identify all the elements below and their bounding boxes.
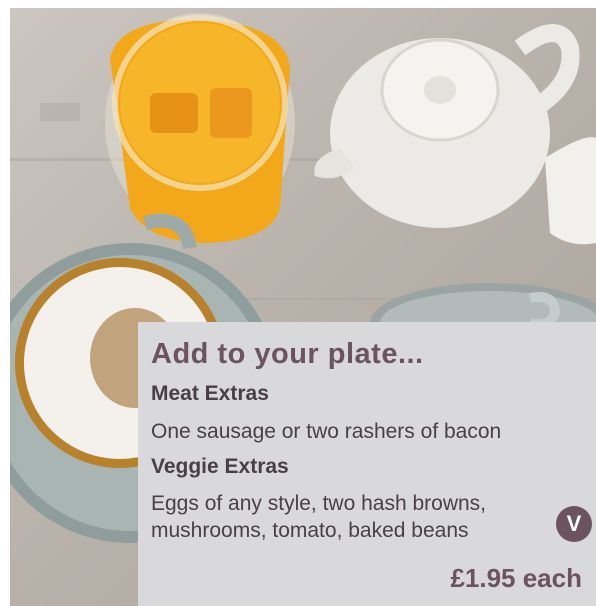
veggie-description-line-1: Eggs of any style, two hash browns, [151,492,487,515]
extras-panel: Add to your plate... Meat Extras One sau… [138,322,596,606]
veggie-extras-heading: Veggie Extras [151,455,289,478]
menu-card: Add to your plate... Meat Extras One sau… [0,0,596,606]
veggie-description-line-2: mushrooms, tomato, baked beans [151,519,469,542]
extras-title: Add to your plate... [151,338,424,370]
vegetarian-badge-icon: V [556,506,592,542]
meat-extras-heading: Meat Extras [151,382,269,405]
price-label: £1.95 each [450,563,582,593]
veggie-extras-description: Eggs of any style, two hash browns, mush… [151,490,486,544]
milk-jug [545,137,596,245]
juice-glass [105,13,295,244]
meat-extras-description: One sausage or two rashers of bacon [151,420,502,443]
teapot [314,24,580,228]
